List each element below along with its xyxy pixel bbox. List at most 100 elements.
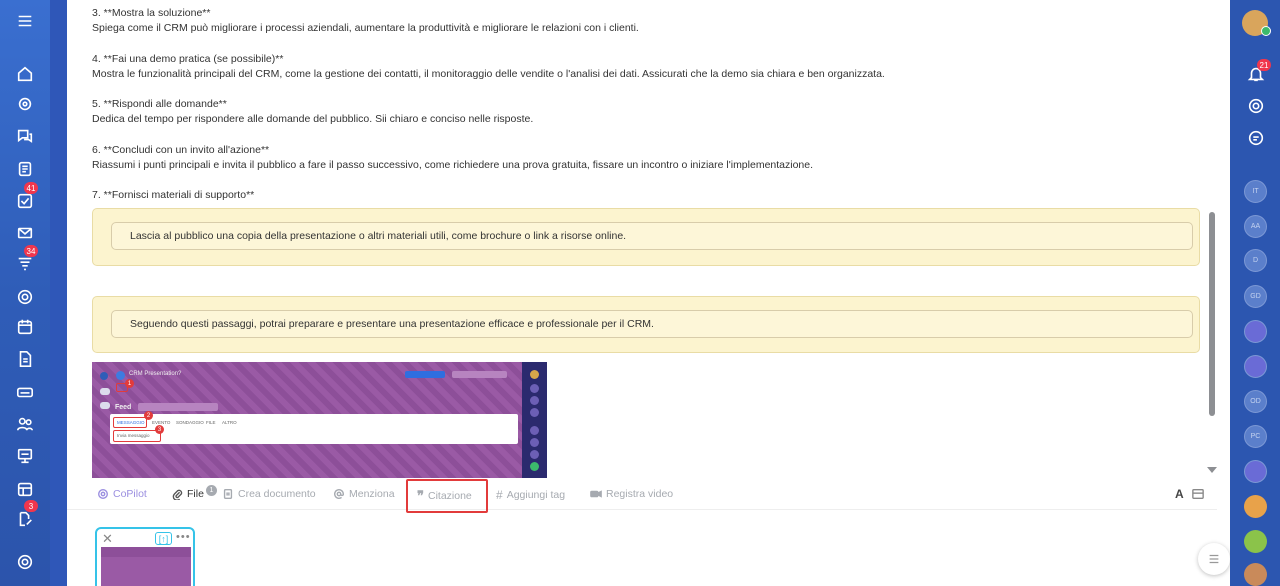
screenshot-tool-button — [452, 371, 507, 378]
screenshot-search — [138, 403, 218, 411]
edit-icon[interactable]: 3 — [14, 500, 38, 530]
contact-avatar[interactable]: IT — [1244, 180, 1267, 203]
screenshot-dot — [530, 384, 539, 393]
screenshot-toggle — [100, 402, 110, 409]
create-document-button[interactable]: Crea documento — [222, 488, 316, 500]
quote-text[interactable]: Seguendo questi passaggi, potrai prepara… — [111, 310, 1193, 338]
step-marker-2: 2 — [144, 411, 153, 420]
contact-avatar[interactable]: OD — [1244, 390, 1267, 413]
user-chat-avatar[interactable] — [1244, 563, 1267, 586]
feed-icon[interactable] — [14, 158, 36, 180]
fullscreen-button[interactable] — [1192, 488, 1204, 500]
settings-icon[interactable] — [14, 551, 36, 573]
copilot-icon[interactable] — [14, 93, 36, 115]
contact-avatar[interactable]: GD — [1244, 285, 1267, 308]
step-text: Spiega come il CRM può migliorare i proc… — [92, 22, 639, 34]
at-sign-icon — [334, 489, 344, 499]
step-text: Mostra le funzionalità principali del CR… — [92, 68, 885, 80]
screenshot-dot — [530, 438, 539, 447]
copilot-chat-avatar[interactable] — [1244, 460, 1267, 483]
more-options-icon[interactable]: ••• — [176, 531, 191, 543]
mail-icon[interactable] — [14, 222, 36, 244]
list-icon — [1209, 554, 1219, 564]
document-icon — [223, 489, 233, 499]
screenshot-toggle — [100, 388, 110, 395]
step-text: Riassumi i punti principali e invita il … — [92, 159, 814, 171]
attachment-thumbnail[interactable]: ✕ [↑] ••• — [95, 527, 195, 586]
paperclip-icon — [172, 489, 183, 500]
copilot-chat-avatar[interactable] — [1244, 355, 1267, 378]
step-3: 3. **Mostra la soluzione** Spiega come i… — [92, 6, 639, 36]
step-4: 4. **Fai una demo pratica (se possibile)… — [92, 52, 885, 82]
list-menu-button[interactable] — [1198, 543, 1230, 575]
add-tag-button[interactable]: # Aggiungi tag — [496, 488, 565, 502]
contact-avatar[interactable]: AA — [1244, 215, 1267, 238]
chat-icon[interactable] — [14, 125, 36, 147]
screenshot-post-card — [110, 414, 518, 444]
record-video-button[interactable]: Registra video — [590, 488, 673, 500]
screenshot-send-message: Invia messaggio — [117, 433, 150, 438]
copilot-icon[interactable] — [1245, 95, 1267, 117]
search-chat-icon[interactable] — [1245, 127, 1267, 149]
document-icon[interactable] — [14, 348, 36, 370]
add-tag-label: Aggiungi tag — [506, 489, 566, 501]
record-video-label: Registra video — [606, 488, 674, 500]
planner-icon[interactable] — [14, 478, 36, 500]
notification-bell-icon[interactable]: 21 — [1245, 59, 1271, 85]
step-title: 3. **Mostra la soluzione** — [92, 7, 211, 19]
crm-badge: 34 — [24, 245, 38, 257]
presentation-icon[interactable] — [14, 445, 36, 467]
step-7: 7. **Fornisci materiali di supporto** — [92, 188, 254, 203]
right-sidebar: 21 IT AA D GD OD PC — [1230, 0, 1280, 586]
step-5: 5. **Rispondi alle domande** Dedica del … — [92, 97, 533, 127]
screenshot-right-bar — [522, 362, 547, 478]
copilot-chat-avatar[interactable] — [1244, 320, 1267, 343]
step-marker-3: 3 — [155, 425, 164, 434]
screenshot-tab-more: ALTRO — [222, 420, 237, 425]
target-icon[interactable] — [14, 286, 36, 308]
screenshot-tab-message: MESSAGGIO — [117, 420, 145, 425]
file-button[interactable]: File 1 — [171, 484, 217, 500]
home-icon[interactable] — [14, 63, 36, 85]
step-text: Dedica del tempo per rispondere alle dom… — [92, 113, 534, 125]
screenshot-dot — [530, 426, 539, 435]
screenshot-avatar — [530, 370, 539, 379]
quote-button-highlight — [406, 479, 488, 513]
scroll-down-arrow-icon[interactable] — [1207, 467, 1217, 473]
insert-in-text-icon[interactable]: [↑] — [155, 532, 172, 545]
group-chat-avatar[interactable] — [1244, 530, 1267, 553]
step-title: 7. **Fornisci materiali di supporto** — [92, 189, 255, 201]
screenshot-title: CRM Presentation? — [129, 371, 182, 377]
edit-badge: 3 — [24, 500, 38, 512]
hashtag-icon: # — [496, 488, 503, 502]
menu-icon[interactable] — [14, 10, 36, 32]
crm-funnel-icon[interactable]: 34 — [14, 245, 38, 275]
screenshot-dot — [530, 462, 539, 471]
contact-avatar[interactable]: D — [1244, 249, 1267, 272]
drive-icon[interactable] — [14, 381, 36, 403]
message-editor[interactable]: 3. **Mostra la soluzione** Spiega come i… — [67, 0, 1230, 586]
contact-avatar[interactable]: PC — [1244, 425, 1267, 448]
text-format-icon: A — [1175, 487, 1184, 501]
editor-toolbar: CoPilot File 1 Crea documento Menziona ❞… — [67, 478, 1217, 510]
tasks-icon[interactable]: 41 — [14, 182, 38, 212]
quote-text[interactable]: Lascia al pubblico una copia della prese… — [111, 222, 1193, 250]
embedded-screenshot[interactable]: CRM Presentation? 1 Feed 2 MESSAGGIO EVE… — [92, 362, 547, 478]
group-chat-avatar[interactable] — [1244, 495, 1267, 518]
scrollbar-thumb[interactable] — [1209, 212, 1215, 416]
create-document-label: Crea documento — [238, 488, 316, 500]
step-title: 5. **Rispondi alle domande** — [92, 98, 227, 110]
text-format-button[interactable]: A — [1175, 487, 1184, 501]
groups-icon[interactable] — [14, 413, 36, 435]
mention-button[interactable]: Menziona — [333, 488, 395, 500]
video-camera-icon — [590, 490, 602, 498]
copilot-button[interactable]: CoPilot — [97, 488, 147, 500]
screenshot-dot — [530, 450, 539, 459]
quote-block[interactable]: Seguendo questi passaggi, potrai prepara… — [92, 296, 1200, 353]
close-icon[interactable]: ✕ — [102, 531, 113, 547]
step-marker-1: 1 — [125, 379, 134, 388]
step-title: 6. **Concludi con un invito all'azione** — [92, 144, 270, 156]
calendar-icon[interactable] — [14, 316, 36, 338]
play-icon — [1261, 26, 1271, 36]
quote-block[interactable]: Lascia al pubblico una copia della prese… — [92, 208, 1200, 266]
